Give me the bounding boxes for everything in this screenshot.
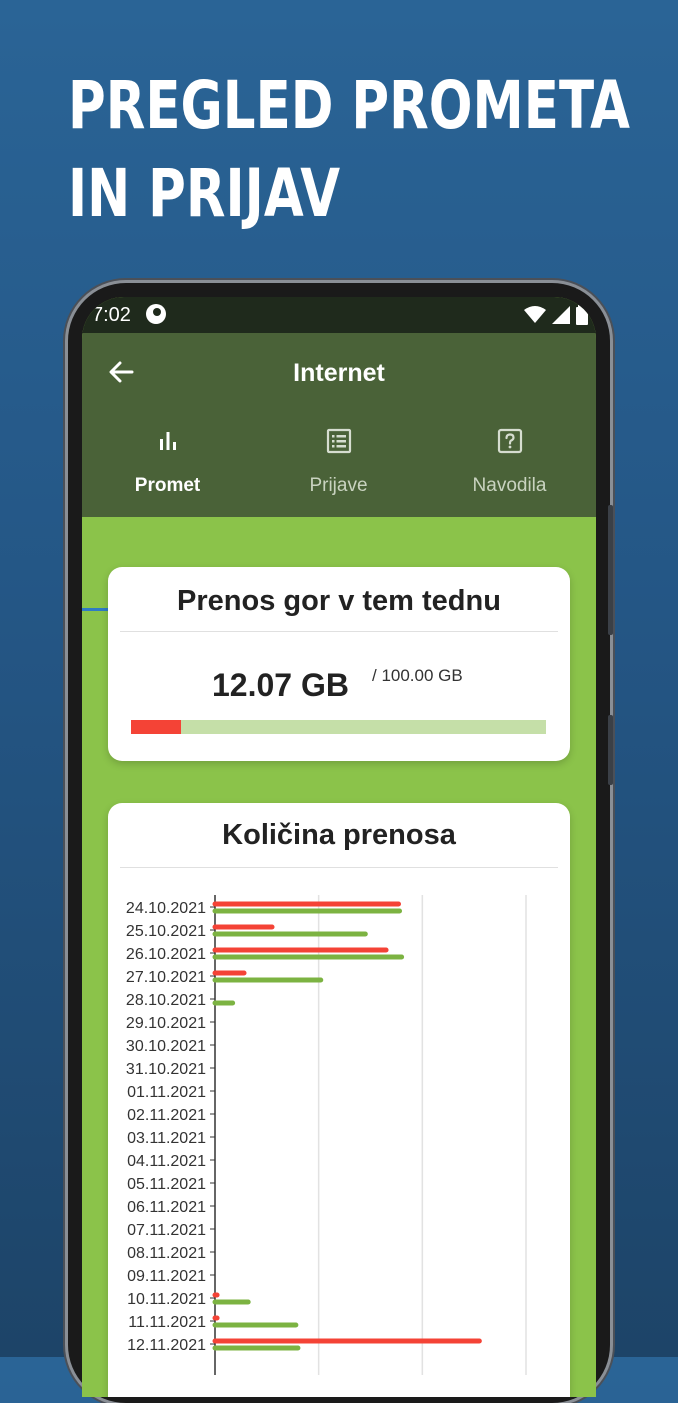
chart-tick-label: 11.11.2021 bbox=[128, 1314, 206, 1331]
list-icon bbox=[326, 428, 352, 454]
chart-tick-label: 02.11.2021 bbox=[127, 1107, 206, 1124]
phone-side-button bbox=[608, 505, 613, 635]
chart-tick-label: 04.11.2021 bbox=[127, 1153, 206, 1170]
status-icons bbox=[524, 305, 588, 325]
tab-navodila[interactable]: Navodila bbox=[424, 427, 595, 517]
chart-tick-label: 31.10.2021 bbox=[126, 1061, 206, 1078]
transfer-bar-chart: 24.10.2021 25.10.2021 26.10.2021 27.10.2021… bbox=[126, 895, 527, 1375]
chart-tick-label: 03.11.2021 bbox=[127, 1130, 206, 1147]
chart-tick-label: 08.11.2021 bbox=[127, 1245, 206, 1262]
chart-tick-label: 26.10.2021 bbox=[126, 946, 206, 963]
bar-chart-icon bbox=[160, 432, 176, 450]
tab-label: Prijave bbox=[309, 475, 368, 496]
chart-tick-label: 09.11.2021 bbox=[127, 1268, 206, 1285]
upload-card: Prenos gor v tem tednu 12.07 GB / 100.00… bbox=[108, 567, 570, 761]
chart-tick-label: 10.11.2021 bbox=[127, 1291, 206, 1308]
promo-title-line-1: PREGLED PROMETA bbox=[68, 67, 630, 144]
chart-tick-label: 25.10.2021 bbox=[126, 923, 206, 940]
promo-title-line-2: IN PRIJAV bbox=[68, 155, 341, 232]
chart-tick-label: 12.11.2021 bbox=[127, 1337, 206, 1354]
chart-tick-label: 01.11.2021 bbox=[127, 1084, 206, 1101]
chart-tick-label: 07.11.2021 bbox=[127, 1222, 206, 1239]
phone-side-button bbox=[608, 715, 613, 785]
tab-label: Navodila bbox=[472, 475, 547, 496]
chart-tick-label: 29.10.2021 bbox=[126, 1015, 206, 1032]
app-notification-icon bbox=[146, 304, 166, 324]
phone-screen: 7:02 Internet Promet Prijave Navodila Pr… bbox=[82, 297, 596, 1397]
status-time: 7:02 bbox=[92, 304, 131, 326]
tab-prijave[interactable]: Prijave bbox=[253, 427, 424, 517]
tab-label: Promet bbox=[134, 475, 201, 496]
card-divider bbox=[120, 867, 558, 868]
transfer-card-title: Količina prenosa bbox=[222, 819, 456, 851]
upload-card-title: Prenos gor v tem tednu bbox=[177, 585, 501, 617]
usage-value: 12.07 GB bbox=[212, 667, 349, 703]
help-icon bbox=[497, 428, 523, 454]
chart-tick-label: 28.10.2021 bbox=[126, 992, 206, 1009]
chart-tick-label: 24.10.2021 bbox=[126, 900, 206, 917]
signal-icon bbox=[552, 306, 570, 324]
tab-promet[interactable]: Promet bbox=[82, 427, 253, 611]
usage-progress-bar bbox=[131, 720, 546, 734]
transfer-card: Količina prenosa 24.10.2021 25.10.2021 26.… bbox=[108, 803, 570, 1397]
battery-icon bbox=[576, 305, 588, 325]
chart-tick-label: 30.10.2021 bbox=[126, 1038, 206, 1055]
app-bar: Internet Promet Prijave Navodila bbox=[82, 333, 596, 611]
status-bar: 7:02 bbox=[82, 297, 596, 333]
chart-tick-label: 05.11.2021 bbox=[127, 1176, 206, 1193]
usage-progress-fill bbox=[131, 720, 182, 734]
wifi-icon bbox=[524, 306, 546, 323]
chart-tick-label: 27.10.2021 bbox=[126, 969, 206, 986]
card-divider bbox=[120, 631, 558, 632]
promo-title: PREGLED PROMETA IN PRIJAV bbox=[68, 62, 630, 238]
usage-limit: / 100.00 GB bbox=[372, 666, 463, 685]
app-bar-title: Internet bbox=[293, 359, 385, 387]
chart-tick-label: 06.11.2021 bbox=[127, 1199, 206, 1216]
